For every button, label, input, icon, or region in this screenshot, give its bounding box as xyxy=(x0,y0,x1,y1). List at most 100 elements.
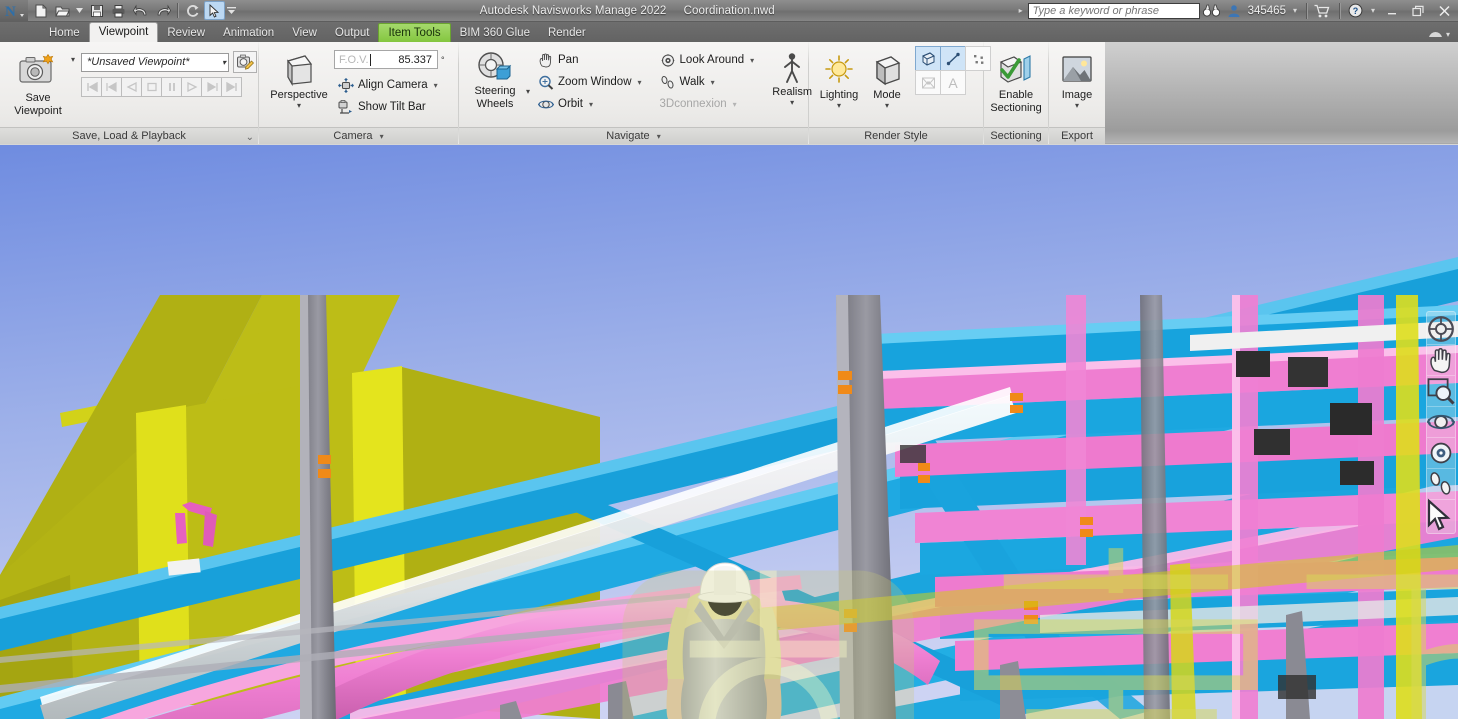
panel-expander-icon[interactable]: ⌄ xyxy=(246,129,254,146)
open-dropdown-caret[interactable] xyxy=(74,1,85,20)
binoculars-icon[interactable] xyxy=(1202,1,1222,21)
help-dropdown-caret[interactable]: ▾ xyxy=(1368,6,1378,15)
open-button[interactable] xyxy=(52,1,73,20)
rewind-to-start-button[interactable] xyxy=(81,77,103,97)
viewpoint-combo-caret[interactable]: ▾ xyxy=(218,58,226,67)
look-around-caret[interactable]: ▾ xyxy=(750,56,754,65)
new-button[interactable] xyxy=(30,1,51,20)
enable-sectioning-button[interactable]: Enable Sectioning xyxy=(986,46,1046,114)
panel-title-sectioning: Sectioning xyxy=(984,127,1048,144)
surfaces-toggle[interactable] xyxy=(915,46,941,71)
panel-title-navigate[interactable]: Navigate ▾ xyxy=(459,127,808,144)
tab-viewpoint[interactable]: Viewpoint xyxy=(88,22,159,42)
walk-caret[interactable]: ▾ xyxy=(711,78,715,87)
olive-upper-right xyxy=(1100,295,1180,359)
select-button[interactable] xyxy=(204,1,225,20)
play-back-button[interactable] xyxy=(121,77,143,97)
camera-panel-caret[interactable]: ▾ xyxy=(380,132,384,141)
close-button[interactable] xyxy=(1432,1,1456,21)
tab-render[interactable]: Render xyxy=(539,23,595,42)
navigate-panel-caret[interactable]: ▾ xyxy=(657,132,661,141)
save-viewpoint-label-line1: Save xyxy=(25,92,51,104)
redo-button[interactable] xyxy=(152,1,173,20)
application-menu-button[interactable]: N xyxy=(0,0,28,22)
infocenter-expand-caret[interactable]: ▸ xyxy=(1016,6,1026,15)
forward-to-end-button[interactable] xyxy=(221,77,243,97)
tab-view[interactable]: View xyxy=(283,23,326,42)
save-viewpoint-button[interactable]: Save Viewpoint xyxy=(5,46,71,117)
pause-button[interactable] xyxy=(161,77,183,97)
tab-animation[interactable]: Animation xyxy=(214,23,283,42)
cart-icon[interactable] xyxy=(1313,1,1333,21)
panel-sectioning: Enable Sectioning Sectioning xyxy=(984,42,1048,144)
orbit-caret[interactable]: ▾ xyxy=(589,100,593,109)
stop-button[interactable] xyxy=(141,77,163,97)
show-tilt-bar-button[interactable]: Show Tilt Bar xyxy=(334,96,445,118)
panel-save-load-playback: Save Viewpoint ▾ *Unsaved Viewpoint* ▾ S… xyxy=(0,42,258,144)
mode-cube-icon xyxy=(869,52,905,88)
steering-wheels-caret[interactable]: ▾ xyxy=(526,87,530,96)
ribbon-options-caret[interactable]: ▾ xyxy=(1446,30,1450,39)
print-button[interactable] xyxy=(108,1,129,20)
save-button[interactable] xyxy=(86,1,107,20)
align-camera-caret[interactable]: ▾ xyxy=(434,81,438,90)
svg-text:N: N xyxy=(5,4,16,20)
pan-label: Pan xyxy=(558,54,579,66)
help-icon[interactable]: ? xyxy=(1346,1,1366,21)
steering-wheels-button[interactable]: Steering Wheels xyxy=(464,46,526,110)
save-viewpoint-dropdown-caret[interactable]: ▾ xyxy=(71,55,75,64)
refresh-button[interactable] xyxy=(182,1,203,20)
ribbon-display-options[interactable]: ▾ xyxy=(1428,29,1458,42)
user-account-icon[interactable] xyxy=(1224,1,1244,21)
lines-toggle[interactable] xyxy=(940,46,966,71)
align-camera-button[interactable]: Align Camera ▾ xyxy=(334,74,445,96)
tab-bim360-glue[interactable]: BIM 360 Glue xyxy=(451,23,539,42)
fov-control[interactable]: F.O.V. 85.337 ° xyxy=(334,50,445,69)
export-image-button[interactable]: Image ▾ xyxy=(1052,46,1102,110)
step-forward-button[interactable] xyxy=(201,77,223,97)
show-tilt-bar-label: Show Tilt Bar xyxy=(358,101,426,113)
fov-input[interactable]: F.O.V. 85.337 xyxy=(334,50,438,69)
align-camera-icon xyxy=(338,77,354,93)
orbit-button[interactable]: Orbit ▾ xyxy=(534,93,646,115)
customize-qat-caret[interactable] xyxy=(226,1,237,20)
export-image-caret[interactable]: ▾ xyxy=(1075,102,1079,110)
tab-home[interactable]: Home xyxy=(40,23,89,42)
lighting-caret[interactable]: ▾ xyxy=(837,102,841,110)
tab-item-tools[interactable]: Item Tools xyxy=(378,23,451,42)
lighting-button[interactable]: Lighting ▾ xyxy=(814,46,864,110)
show-tilt-bar-icon xyxy=(338,99,352,114)
zoom-window-button[interactable]: Zoom Window ▾ xyxy=(534,71,646,93)
search-input-wrapper[interactable] xyxy=(1027,2,1200,19)
zoom-window-caret[interactable]: ▾ xyxy=(638,78,642,87)
realism-caret[interactable]: ▾ xyxy=(790,99,794,107)
viewpoint-combo[interactable]: *Unsaved Viewpoint* ▾ xyxy=(81,52,230,72)
3d-viewport[interactable]: anxz.com FRONT xyxy=(0,145,1458,719)
mode-label: Mode xyxy=(873,89,901,101)
image-export-icon xyxy=(1060,52,1094,88)
search-input[interactable] xyxy=(1032,4,1195,17)
undo-button[interactable] xyxy=(130,1,151,20)
restore-button[interactable] xyxy=(1406,1,1430,21)
3dconnexion-button: 3Dconnexion ▾ xyxy=(656,93,759,115)
walk-button[interactable]: Walk ▾ xyxy=(656,71,759,93)
look-around-eye-icon xyxy=(661,53,674,67)
step-back-button[interactable] xyxy=(101,77,123,97)
tab-review[interactable]: Review xyxy=(158,23,214,42)
play-button[interactable] xyxy=(181,77,203,97)
mode-button[interactable]: Mode ▾ xyxy=(864,46,910,110)
steering-wheels-label-line1: Steering xyxy=(474,85,516,97)
edit-viewpoint-button[interactable] xyxy=(233,51,258,73)
title-bar: N Autodesk Navisworks Manage 2022 Coordi… xyxy=(0,0,1458,22)
look-around-button[interactable]: Look Around ▾ xyxy=(656,49,759,71)
minimize-button[interactable] xyxy=(1380,1,1404,21)
select-nav-icon[interactable] xyxy=(1427,498,1455,531)
pan-button[interactable]: Pan xyxy=(534,49,646,71)
panel-title-camera[interactable]: Camera ▾ xyxy=(259,127,458,144)
perspective-button[interactable]: Perspective ▾ xyxy=(264,46,334,110)
perspective-dropdown-caret[interactable]: ▾ xyxy=(297,102,301,110)
account-dropdown-caret[interactable]: ▾ xyxy=(1290,6,1300,15)
enable-sectioning-label-line1: Enable xyxy=(998,89,1034,101)
mode-caret[interactable]: ▾ xyxy=(885,102,889,110)
tab-output[interactable]: Output xyxy=(326,23,379,42)
